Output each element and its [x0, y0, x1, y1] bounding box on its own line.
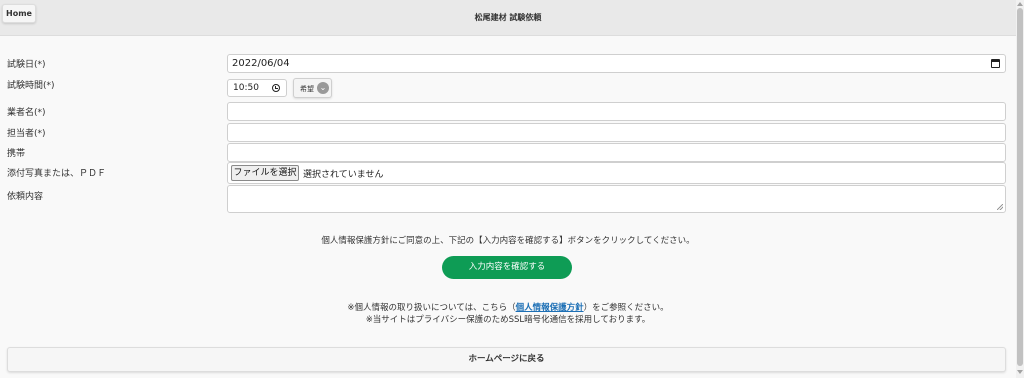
clock-icon[interactable]: [272, 84, 280, 92]
request-textarea[interactable]: [227, 185, 1006, 213]
contact-input[interactable]: [227, 123, 1006, 142]
contact-label: 担当者(*): [7, 129, 46, 139]
company-input[interactable]: [227, 102, 1006, 121]
chevron-down-icon: ⌄: [317, 82, 329, 94]
resize-handle[interactable]: [997, 204, 1003, 210]
consent-notice: 個人情報保護方針にご同意の上、下記の【入力内容を確認する】ボタンをクリックしてく…: [321, 236, 695, 246]
request-label: 依頼内容: [7, 192, 44, 202]
ssl-notice: ※当サイトはプライバシー保護のためSSL暗号化通信を採用しております。: [365, 315, 651, 325]
date-label: 試験日(*): [7, 60, 46, 70]
file-status: 選択されていません: [303, 170, 384, 180]
scroll-up-icon[interactable]: [1017, 2, 1023, 6]
privacy-prefix: ※個人情報の取り扱いについては、こちら（: [347, 303, 516, 313]
scrollbar-thumb[interactable]: [1017, 8, 1023, 366]
attachment-label: 添付写真または、ＰＤＦ: [7, 169, 107, 179]
company-label: 業者名(*): [7, 108, 46, 118]
scroll-down-icon[interactable]: [1017, 370, 1023, 374]
choose-file-button[interactable]: ファイルを選択: [231, 165, 299, 181]
time-preference-label: 希望: [300, 85, 314, 93]
date-value: 2022/06/04: [232, 58, 290, 69]
date-input[interactable]: 2022/06/04: [227, 54, 1006, 73]
confirm-button[interactable]: 入力内容を確認する: [442, 256, 572, 279]
privacy-policy-link[interactable]: 個人情報保護方針: [516, 303, 584, 313]
back-to-homepage-button[interactable]: ホームページに戻る: [7, 347, 1006, 372]
calendar-icon[interactable]: [991, 59, 1000, 68]
mobile-input[interactable]: [227, 143, 1006, 162]
mobile-label: 携帯: [7, 149, 26, 159]
time-label: 試験時間(*): [7, 81, 55, 91]
page-header: Home 松尾建材 試験依頼: [0, 0, 1016, 36]
page-title: 松尾建材 試験依頼: [474, 13, 542, 22]
privacy-notice: ※個人情報の取り扱いについては、こちら（個人情報保護方針）をご参照ください。: [0, 301, 1016, 313]
file-input[interactable]: ファイルを選択 選択されていません: [227, 162, 1006, 184]
time-preference-select[interactable]: 希望 ⌄: [293, 78, 332, 98]
vertical-scrollbar[interactable]: [1016, 0, 1024, 378]
privacy-suffix: ）をご参照ください。: [583, 303, 669, 313]
time-value: 10:50: [233, 83, 259, 93]
time-input[interactable]: 10:50: [227, 79, 287, 97]
